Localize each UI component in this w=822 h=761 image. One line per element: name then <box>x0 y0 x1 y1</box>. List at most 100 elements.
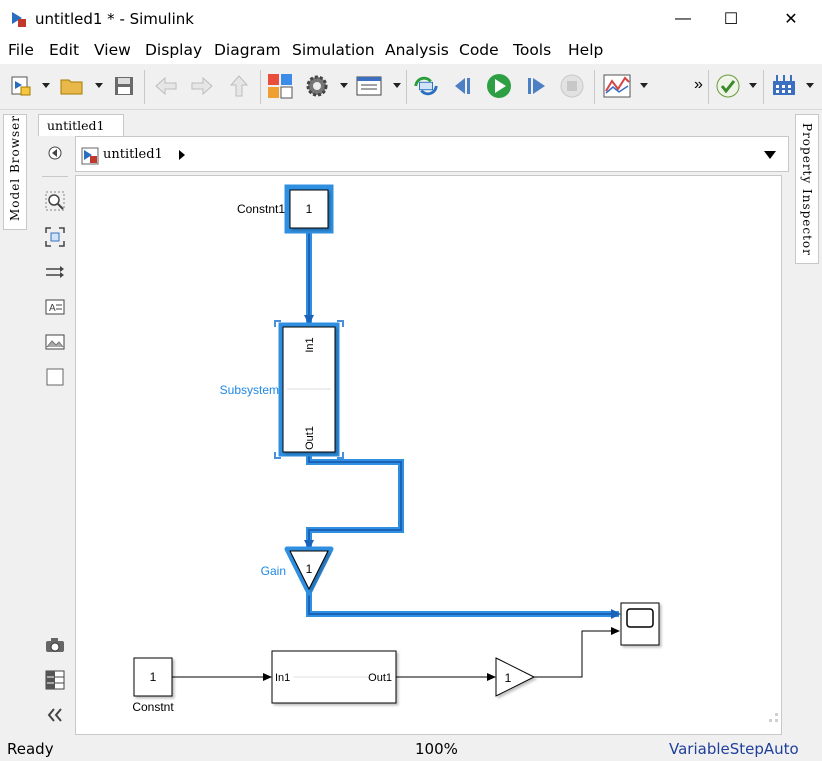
new-model-icon <box>11 76 31 96</box>
canvas-scrollbar[interactable] <box>782 175 790 735</box>
signal-line-constnt1-to-subsystem[interactable] <box>304 229 314 325</box>
gain-block-bottom-value: 1 <box>505 671 512 685</box>
menu-simulation[interactable]: Simulation <box>292 41 375 59</box>
arrows-right-icon <box>46 266 64 278</box>
forward-button[interactable] <box>188 72 216 100</box>
property-inspector-tab[interactable]: Property Inspector <box>795 114 819 264</box>
fit-view-icon <box>45 227 65 247</box>
resize-grip[interactable] <box>769 713 778 722</box>
title-bar: untitled1 * - Simulink — ☐ ✕ <box>0 0 822 38</box>
menu-analysis[interactable]: Analysis <box>385 41 449 59</box>
menu-code[interactable]: Code <box>459 41 499 59</box>
signal-line-constnt-to-subsystem2[interactable] <box>172 673 272 681</box>
back-button[interactable] <box>152 72 180 100</box>
window-title: untitled1 * - Simulink <box>35 10 194 28</box>
signal-routing-button[interactable] <box>44 261 66 283</box>
signal-line-subsystem2-to-gain2[interactable] <box>396 673 496 681</box>
close-button[interactable]: ✕ <box>768 0 814 38</box>
open-button[interactable] <box>58 72 86 100</box>
update-icon <box>414 76 438 96</box>
update-diagram-button[interactable] <box>412 72 440 100</box>
folder-icon <box>60 79 83 95</box>
maximize-button[interactable]: ☐ <box>708 0 754 38</box>
up-button[interactable] <box>225 72 253 100</box>
library-browser-button[interactable] <box>266 72 294 100</box>
toolbar: » <box>0 64 822 110</box>
signal-line-gain2-to-scope[interactable] <box>534 627 620 678</box>
annotation-icon: A <box>45 299 65 315</box>
build-dropdown-icon[interactable] <box>806 83 814 88</box>
simulink-logo-icon <box>12 12 26 27</box>
breadcrumb-dropdown-icon[interactable] <box>763 150 777 160</box>
constant-block-bottom-value: 1 <box>150 670 157 684</box>
menu-tools[interactable]: Tools <box>513 41 551 59</box>
simulation-data-inspector-button[interactable] <box>603 72 631 100</box>
menu-file[interactable]: File <box>8 41 34 59</box>
tab-untitled1[interactable]: untitled1 <box>38 114 124 136</box>
model-browser-tab[interactable]: Model Browser <box>3 114 27 230</box>
new-dropdown-icon[interactable] <box>42 83 50 88</box>
hide-browser-button[interactable] <box>44 142 66 164</box>
toolbar-separator <box>708 70 709 104</box>
build-button[interactable] <box>770 72 798 100</box>
model-explorer-button[interactable] <box>355 72 383 100</box>
screenshot-button[interactable] <box>44 634 66 656</box>
collapse-arrow-icon <box>48 146 62 160</box>
gear-icon <box>306 75 328 97</box>
up-arrow-icon <box>229 75 249 97</box>
menu-help[interactable]: Help <box>568 41 603 59</box>
data-editor-icon <box>45 670 65 690</box>
image-button[interactable] <box>44 331 66 353</box>
signal-line-subsystem-to-gain[interactable] <box>304 454 404 550</box>
zoom-icon <box>45 191 65 211</box>
menu-view[interactable]: View <box>94 41 131 59</box>
gain-block-top-value: 1 <box>306 562 313 576</box>
breadcrumb-model[interactable]: untitled1 <box>103 147 163 162</box>
collapse-palette-button[interactable] <box>44 704 66 726</box>
signal-line-gain-to-scope[interactable] <box>306 590 621 619</box>
diagram-canvas[interactable]: 1 Constnt1 In1 Out1 Subsystem 1 Gain 1 C… <box>75 175 782 735</box>
advisor-dropdown-icon[interactable] <box>749 83 757 88</box>
fit-to-view-button[interactable] <box>44 226 66 248</box>
gain-block-top-name: Gain <box>261 564 286 578</box>
scope-block[interactable] <box>620 602 660 646</box>
step-forward-button[interactable] <box>522 72 550 100</box>
model-icon <box>81 147 99 165</box>
zoom-button[interactable] <box>44 190 66 212</box>
palette-divider <box>42 176 68 177</box>
menu-edit[interactable]: Edit <box>49 41 79 59</box>
zoom-level: 100% <box>415 740 458 758</box>
save-button[interactable] <box>110 72 138 100</box>
toolbar-overflow-button[interactable]: » <box>694 76 703 94</box>
solver-link[interactable]: VariableStepAuto <box>669 740 799 758</box>
explorer-dropdown-icon[interactable] <box>393 83 401 88</box>
inspector-dropdown-icon[interactable] <box>640 83 648 88</box>
block-diagram: 1 Constnt1 In1 Out1 Subsystem 1 Gain 1 C… <box>132 184 778 722</box>
subsystem-out-port: Out1 <box>304 426 316 450</box>
stop-icon <box>560 74 584 98</box>
annotation-button[interactable]: A <box>44 296 66 318</box>
toolbar-separator <box>406 70 407 104</box>
step-forward-icon <box>528 78 545 94</box>
new-model-button[interactable] <box>7 72 35 100</box>
model-browser-label: Model Browser <box>8 115 22 221</box>
check-icon <box>716 74 740 98</box>
settings-dropdown-icon[interactable] <box>340 83 348 88</box>
area-button[interactable] <box>44 366 66 388</box>
step-back-icon <box>455 78 470 94</box>
menu-diagram[interactable]: Diagram <box>214 41 281 59</box>
run-icon <box>487 74 511 98</box>
gain-block-bottom[interactable] <box>495 657 536 697</box>
step-back-button[interactable] <box>450 72 478 100</box>
breadcrumb-arrow-icon[interactable] <box>177 149 187 161</box>
stop-button[interactable] <box>558 72 586 100</box>
svg-text:A: A <box>49 303 56 314</box>
run-button[interactable] <box>485 72 513 100</box>
minimize-button[interactable]: — <box>660 0 706 38</box>
open-dropdown-icon[interactable] <box>95 83 103 88</box>
model-advisor-button[interactable] <box>714 72 742 100</box>
model-data-editor-button[interactable] <box>44 669 66 691</box>
menu-display[interactable]: Display <box>145 41 202 59</box>
subsystem2-out-port: Out1 <box>368 672 392 684</box>
model-settings-button[interactable] <box>303 72 331 100</box>
